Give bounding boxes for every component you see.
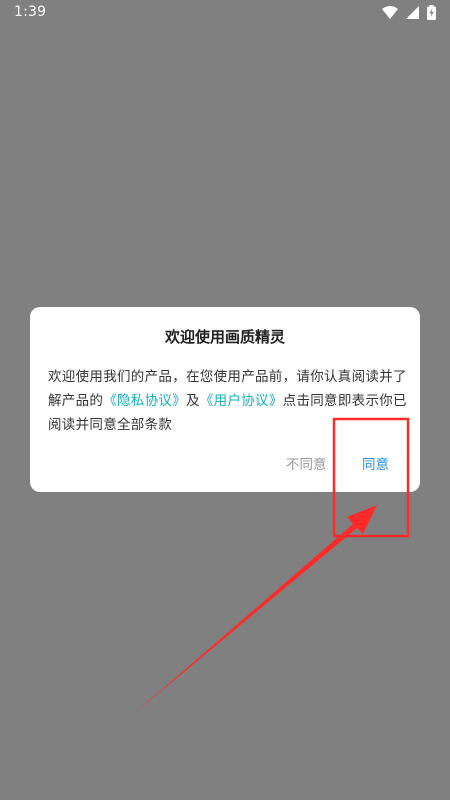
agree-button[interactable]: 同意 [356,449,395,477]
status-icons [382,4,436,20]
dialog-actions: 不同意 同意 [30,449,420,479]
body-text-and: 及 [186,393,200,409]
wifi-icon [382,5,398,19]
cellular-signal-icon [406,5,419,19]
status-time: 1:39 [14,4,47,20]
user-agreement-link[interactable]: 《用户协议》 [200,393,283,409]
annotation-arrow [136,505,377,712]
dialog-body: 欢迎使用我们的产品，在您使用产品前，请你认真阅读并了解产品的《隐私协议》及《用户… [48,365,408,437]
privacy-consent-dialog: 欢迎使用画质精灵 欢迎使用我们的产品，在您使用产品前，请你认真阅读并了解产品的《… [30,307,420,492]
status-bar: 1:39 [0,0,450,24]
battery-charging-icon [427,4,436,20]
disagree-button[interactable]: 不同意 [280,449,333,477]
privacy-agreement-link[interactable]: 《隐私协议》 [103,393,186,409]
dialog-title: 欢迎使用画质精灵 [164,328,285,346]
